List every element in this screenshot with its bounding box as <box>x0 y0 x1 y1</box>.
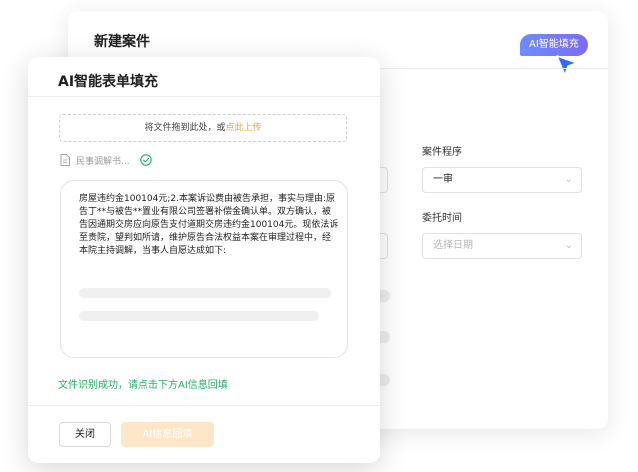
uploaded-file-item: 民事调解书... <box>60 153 152 167</box>
entrust-time-picker[interactable]: 选择日期 ⌄ <box>422 233 582 259</box>
procedure-select[interactable]: 一审 ⌄ <box>422 167 582 193</box>
file-name: 民事调解书... <box>76 156 130 167</box>
skeleton-line <box>79 288 331 298</box>
entrust-time-placeholder: 选择日期 <box>433 240 473 251</box>
procedure-value: 一审 <box>433 174 453 185</box>
upload-prompt: 将文件拖到此处，或 <box>144 123 226 133</box>
skeleton-line <box>79 311 319 321</box>
upload-link[interactable]: 点此上传 <box>226 123 262 133</box>
close-button[interactable]: 关闭 <box>59 422 111 447</box>
modal-header-divider <box>28 96 380 97</box>
ai-form-fill-modal: AI智能表单填充 将文件拖到此处，或点此上传 民事调解书... 房屋违约金100… <box>28 57 380 463</box>
document-icon <box>60 154 70 166</box>
success-message: 文件识别成功，请点击下方AI信息回填 <box>58 380 228 391</box>
chevron-down-icon: ⌄ <box>564 174 573 185</box>
form-title: 新建案件 <box>94 34 150 50</box>
cursor-arrow-icon <box>556 55 578 76</box>
ai-backfill-button[interactable]: AI信息回填 <box>121 422 214 447</box>
chevron-down-icon: ⌄ <box>564 240 573 251</box>
extracted-text: 房屋违约金100104元;2.本案诉讼费由被告承担，事实与理由:原告丁**与被告… <box>79 194 339 256</box>
modal-title: AI智能表单填充 <box>58 74 159 90</box>
entrust-time-label: 委托时间 <box>422 213 462 224</box>
extracted-text-panel: 房屋违约金100104元;2.本案诉讼费由被告承担，事实与理由:原告丁**与被告… <box>60 180 348 358</box>
modal-footer-divider <box>28 405 380 406</box>
check-circle-icon <box>139 154 152 166</box>
file-upload-dropzone[interactable]: 将文件拖到此处，或点此上传 <box>59 114 347 142</box>
procedure-label: 案件程序 <box>422 147 462 158</box>
